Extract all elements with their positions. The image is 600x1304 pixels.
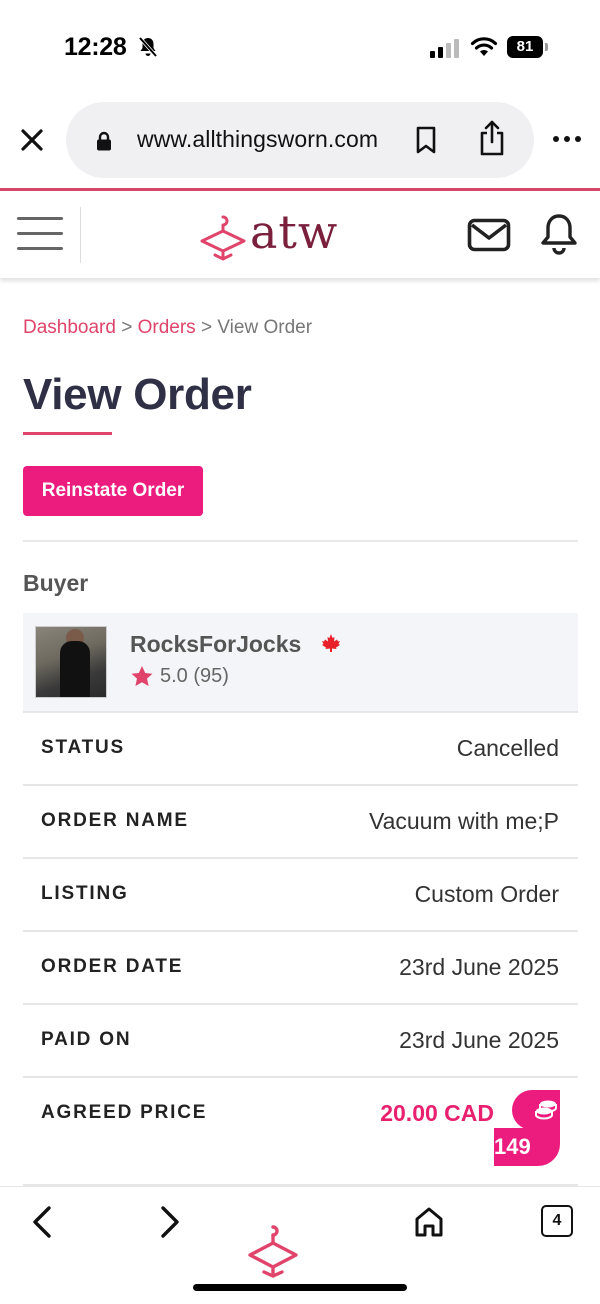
browser-toolbar: www.allthingsworn.com bbox=[0, 96, 600, 188]
battery-tip bbox=[545, 43, 548, 51]
hamburger-menu-icon[interactable] bbox=[17, 217, 63, 253]
breadcrumb: Dashboard > Orders > View Order bbox=[23, 317, 312, 339]
buyer-section-label: Buyer bbox=[23, 570, 89, 596]
battery-indicator: 81 bbox=[507, 36, 549, 58]
detail-value: 23rd June 2025 bbox=[399, 1027, 559, 1053]
share-icon[interactable] bbox=[478, 120, 506, 156]
detail-value: Custom Order bbox=[414, 881, 559, 907]
site-header: atw bbox=[0, 188, 600, 278]
bookmark-icon[interactable] bbox=[415, 126, 437, 154]
detail-label: AGREED PRICE bbox=[41, 1102, 208, 1123]
detail-row-status: STATUS Cancelled bbox=[23, 711, 578, 784]
section-divider bbox=[23, 540, 578, 542]
reinstate-order-button[interactable]: Reinstate Order bbox=[23, 466, 203, 516]
coins-icon bbox=[535, 1100, 557, 1120]
battery-level: 81 bbox=[507, 36, 543, 58]
coin-count: 149 bbox=[494, 1128, 560, 1166]
breadcrumb-current: View Order bbox=[217, 317, 313, 338]
home-icon[interactable] bbox=[414, 1205, 444, 1239]
star-rating-icon bbox=[131, 666, 153, 686]
detail-value: Vacuum with me;P bbox=[368, 808, 559, 834]
wifi-icon bbox=[470, 37, 498, 56]
logo-text: atw bbox=[250, 205, 339, 259]
buyer-card[interactable]: RocksForJocks 5.0 (95) bbox=[23, 613, 578, 711]
coin-balance-badge[interactable]: 149 bbox=[494, 1090, 560, 1166]
coins-icon-bg bbox=[512, 1090, 560, 1130]
breadcrumb-dashboard-link[interactable]: Dashboard bbox=[23, 317, 116, 338]
breadcrumb-separator: > bbox=[115, 317, 138, 338]
status-time: 12:28 bbox=[64, 33, 127, 61]
more-options-icon[interactable] bbox=[552, 134, 582, 144]
agreed-price-value: 20.00 CAD bbox=[380, 1100, 494, 1126]
detail-label: ORDER NAME bbox=[41, 810, 189, 831]
back-icon[interactable] bbox=[30, 1205, 54, 1239]
buyer-avatar[interactable] bbox=[35, 626, 107, 698]
detail-label: ORDER DATE bbox=[41, 956, 184, 977]
bell-muted-icon bbox=[138, 36, 158, 58]
browser-bottom-bar: 4 bbox=[0, 1186, 600, 1304]
status-bar: 12:28 81 bbox=[0, 0, 600, 96]
detail-row-listing: LISTING Custom Order bbox=[23, 857, 578, 930]
tabs-count-button[interactable]: 4 bbox=[541, 1205, 573, 1237]
buyer-name[interactable]: RocksForJocks bbox=[130, 631, 301, 658]
detail-label: LISTING bbox=[41, 883, 129, 904]
title-underline bbox=[23, 432, 112, 435]
home-indicator bbox=[193, 1284, 407, 1291]
review-count: (95) bbox=[193, 665, 229, 687]
detail-row-paid-on: PAID ON 23rd June 2025 bbox=[23, 1003, 578, 1076]
detail-label: STATUS bbox=[41, 737, 125, 758]
detail-value: Cancelled bbox=[456, 735, 559, 761]
detail-value: 23rd June 2025 bbox=[399, 954, 559, 980]
hanger-logo-icon[interactable] bbox=[246, 1223, 300, 1279]
close-icon[interactable] bbox=[18, 126, 46, 154]
cellular-signal-icon bbox=[430, 39, 459, 58]
rating-score: 5.0 bbox=[160, 665, 188, 687]
hanger-logo-icon bbox=[200, 215, 246, 261]
site-logo[interactable]: atw bbox=[198, 205, 358, 263]
detail-row-order-name: ORDER NAME Vacuum with me;P bbox=[23, 784, 578, 857]
detail-label: PAID ON bbox=[41, 1029, 132, 1050]
forward-icon[interactable] bbox=[158, 1205, 182, 1239]
buyer-rating: 5.0 (95) bbox=[160, 665, 229, 688]
lock-icon bbox=[97, 131, 111, 151]
notifications-bell-icon[interactable] bbox=[539, 213, 579, 255]
page-title: View Order bbox=[23, 370, 252, 419]
breadcrumb-orders-link[interactable]: Orders bbox=[138, 317, 196, 338]
canada-flag-icon bbox=[322, 634, 340, 652]
mail-icon[interactable] bbox=[467, 217, 511, 253]
breadcrumb-separator: > bbox=[195, 317, 218, 338]
url-text[interactable]: www.allthingsworn.com bbox=[137, 126, 378, 153]
detail-row-order-date: ORDER DATE 23rd June 2025 bbox=[23, 930, 578, 1003]
header-divider bbox=[80, 207, 81, 263]
